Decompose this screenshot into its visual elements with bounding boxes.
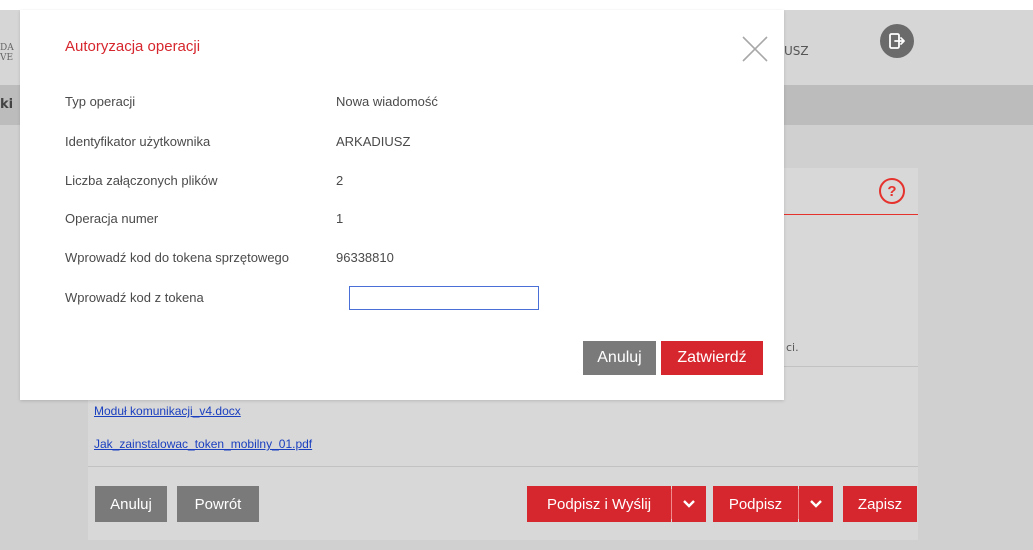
user-name: USZ: [784, 44, 809, 58]
attachment-link[interactable]: Moduł komunikacji_v4.docx: [94, 404, 241, 418]
close-icon[interactable]: [740, 34, 770, 64]
token-code-input[interactable]: [349, 286, 539, 310]
sign-dropdown[interactable]: [799, 486, 833, 522]
operation-type-label: Typ operacji: [65, 94, 136, 109]
cancel-button[interactable]: Anuluj: [95, 486, 167, 522]
panel-text-fragment: ci.: [786, 341, 799, 354]
logout-button[interactable]: [880, 24, 914, 58]
hardware-token-code-value: 96338810: [336, 250, 394, 265]
authorization-dialog: Autoryzacja operacji Typ operacji Nowa w…: [20, 10, 784, 400]
sign-and-send-button[interactable]: Podpisz i Wyślij: [527, 486, 671, 522]
operation-type-value: Nowa wiadomość: [336, 94, 438, 109]
panel-header-divider: [784, 214, 918, 215]
save-button[interactable]: Zapisz: [843, 486, 917, 522]
attachment-link[interactable]: Jak_zainstalowac_token_mobilny_01.pdf: [94, 437, 312, 451]
token-code-label: Wprowadź kod z tokena: [65, 290, 204, 305]
logo: DA VE: [0, 43, 14, 63]
hardware-token-code-label: Wprowadź kod do tokena sprzętowego: [65, 250, 290, 265]
dialog-confirm-button[interactable]: Zatwierdź: [661, 341, 763, 375]
logout-icon: [889, 33, 905, 49]
sign-button[interactable]: Podpisz: [713, 486, 798, 522]
dialog-cancel-button[interactable]: Anuluj: [583, 341, 656, 375]
panel-divider: [88, 466, 918, 467]
chevron-down-icon: [810, 500, 822, 508]
user-id-label: Identyfikator użytkownika: [65, 134, 211, 149]
dialog-title: Autoryzacja operacji: [65, 38, 201, 55]
help-icon[interactable]: ?: [879, 178, 905, 204]
user-id-value: ARKADIUSZ: [336, 134, 411, 149]
chevron-down-icon: [683, 500, 695, 508]
sign-and-send-dropdown[interactable]: [672, 486, 706, 522]
operation-number-value: 1: [336, 211, 344, 226]
nav-item[interactable]: ki: [0, 97, 13, 112]
attached-files-value: 2: [336, 173, 344, 188]
attached-files-label: Liczba załączonych plików: [65, 173, 218, 188]
back-button[interactable]: Powrót: [177, 486, 259, 522]
operation-number-label: Operacja numer: [65, 211, 159, 226]
